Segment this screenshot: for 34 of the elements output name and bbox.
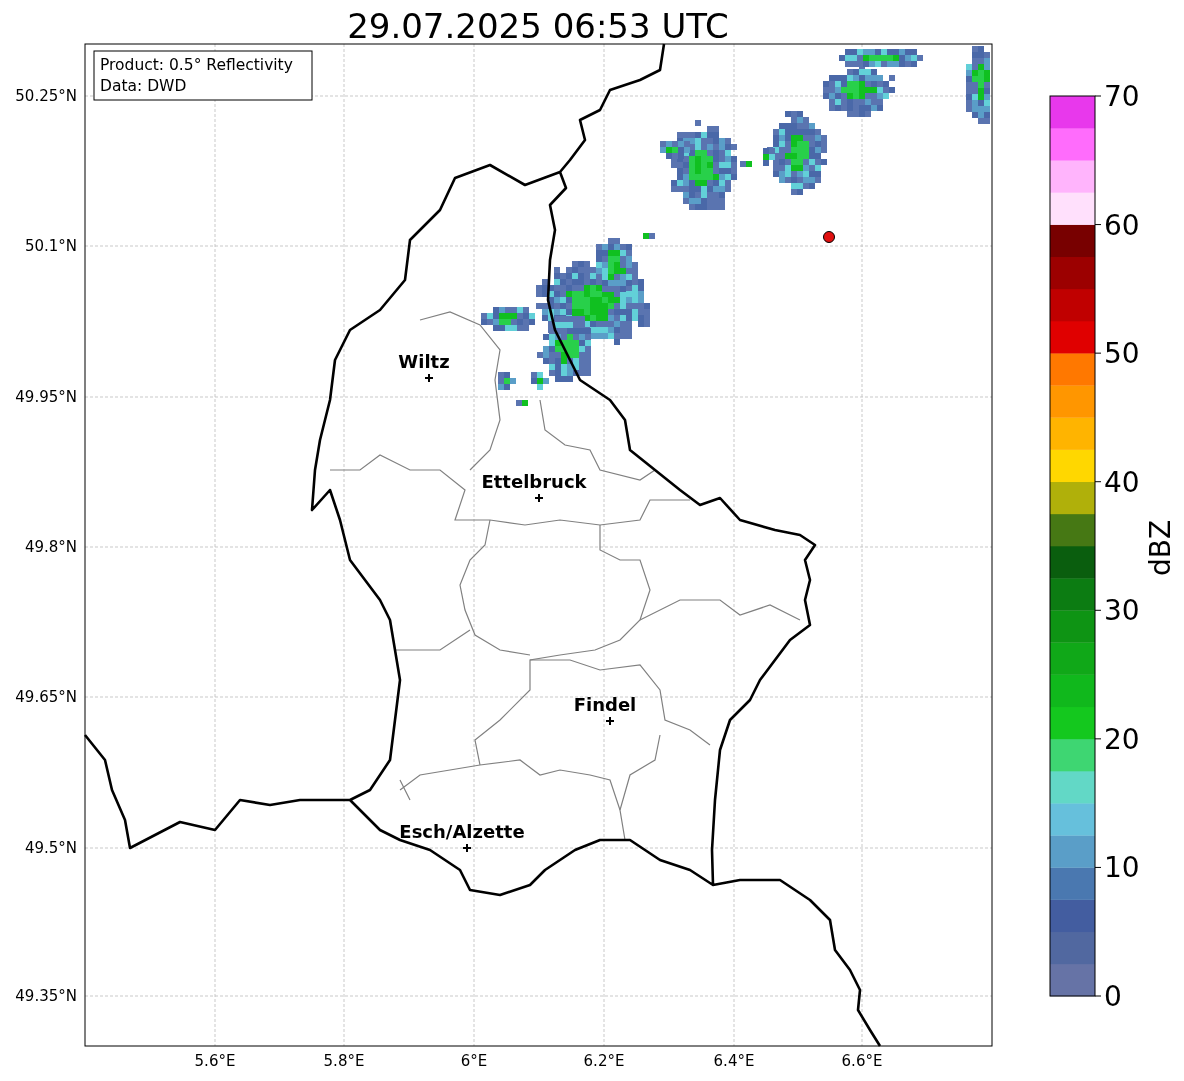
city-marker-icon [605, 716, 615, 726]
city-label: Wiltz [398, 351, 450, 372]
colorbar-tick-label: 70 [1104, 80, 1140, 113]
city-marker-icon [424, 373, 434, 383]
city-label: Esch/Alzette [399, 821, 525, 842]
longitude-label: 6°E [460, 1052, 488, 1070]
latitude-label: 50.25°N [15, 87, 77, 105]
colorbar-tick-label: 30 [1104, 594, 1140, 628]
latitude-label: 49.5°N [24, 839, 77, 857]
longitude-label: 6.4°E [713, 1052, 755, 1070]
city-marker-icon [462, 843, 472, 853]
colorbar-tick-label: 50 [1104, 337, 1140, 371]
info-text: Data: DWD [100, 77, 187, 95]
latitude-label: 49.8°N [24, 538, 77, 556]
latitude-label: 49.65°N [15, 688, 77, 706]
colorbar-tick-label: 10 [1104, 851, 1140, 885]
city-label: Findel [573, 694, 637, 715]
location-marker-icon [823, 231, 835, 243]
city-label: Ettelbruck [481, 471, 587, 492]
latitude-label: 49.35°N [15, 987, 77, 1005]
colorbar-tick-label: 20 [1104, 722, 1140, 756]
info-text: Product: 0.5° Reflectivity [100, 56, 293, 74]
colorbar-tick-label: 0 [1104, 980, 1122, 1013]
longitude-label: 6.6°E [841, 1052, 883, 1070]
longitude-label: 5.8°E [323, 1052, 365, 1070]
longitude-label: 6.2°E [583, 1052, 625, 1070]
colorbar-label: dBZ [1144, 519, 1177, 577]
colorbar-tick-label: 60 [1104, 208, 1140, 242]
city-marker-icon [534, 493, 544, 503]
latitude-label: 50.1°N [24, 237, 77, 255]
chart-title: 29.07.2025 06:53 UTC [347, 6, 729, 46]
longitude-label: 5.6°E [194, 1052, 236, 1070]
colorbar-tick-label: 40 [1104, 465, 1140, 499]
latitude-label: 49.95°N [15, 388, 77, 406]
